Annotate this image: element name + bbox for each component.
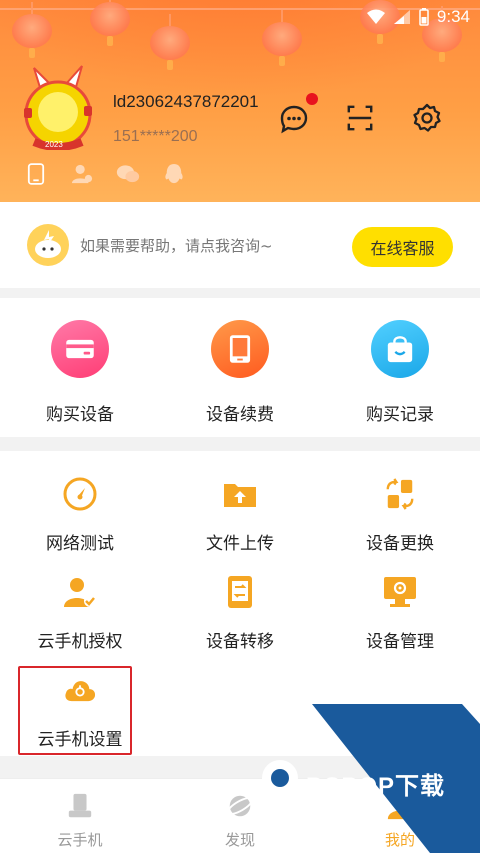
cloud-phone-authorize-item[interactable]: 云手机授权: [20, 575, 140, 652]
purchase-label: 设备续费: [206, 405, 274, 425]
battery-icon: [419, 8, 429, 26]
settings-button[interactable]: [409, 100, 445, 136]
messages-button[interactable]: [276, 93, 318, 137]
user-authorize-icon: [63, 575, 97, 609]
device-management-item[interactable]: 设备管理: [340, 575, 460, 652]
status-bar: 9:34: [366, 6, 470, 28]
nav-label: 发现: [224, 831, 255, 849]
renew-device-item[interactable]: 设备续费: [180, 320, 300, 425]
planet-icon: [225, 791, 255, 821]
pcpop-logo-icon: [262, 760, 298, 806]
chat-bubble-icon: [280, 105, 308, 134]
tool-label: 设备更换: [366, 534, 434, 554]
purchase-label: 购买设备: [46, 405, 114, 425]
lantern-decoration: [262, 10, 302, 66]
bag-icon: [371, 320, 429, 378]
speedometer-icon: [63, 477, 97, 511]
assistant-avatar: [27, 224, 69, 266]
lantern-decoration: [150, 14, 190, 70]
highlight-box: [18, 666, 132, 755]
signal-icon: [393, 10, 410, 24]
phone-number: 151*****200: [113, 128, 198, 145]
username: ld23062437872201: [113, 92, 259, 111]
purchase-section: 购买设备 设备续费 购买记录: [0, 298, 480, 437]
tablet-icon: [211, 320, 269, 378]
device-change-item[interactable]: 设备更换: [340, 477, 460, 554]
lantern-decoration: [90, 0, 130, 46]
phone-stand-icon: [65, 791, 95, 821]
tool-label: 设备管理: [366, 632, 434, 652]
nav-label: 云手机: [57, 831, 103, 849]
file-upload-item[interactable]: 文件上传: [180, 477, 300, 554]
tool-label: 网络测试: [46, 534, 114, 554]
purchase-label: 购买记录: [366, 405, 434, 425]
tool-label: 云手机授权: [37, 632, 123, 652]
monitor-settings-icon: [383, 575, 417, 609]
status-time: 9:34: [436, 7, 470, 26]
purchase-history-item[interactable]: 购买记录: [340, 320, 460, 425]
tool-label: 文件上传: [206, 534, 274, 554]
online-service-button[interactable]: 在线客服: [352, 227, 453, 267]
realname-bind-icon[interactable]: [70, 162, 94, 186]
qq-bind-icon[interactable]: [162, 162, 186, 186]
chat-mascot-icon: [35, 230, 61, 258]
watermark-sub: PCPOP Download: [306, 792, 372, 801]
folder-upload-icon: [223, 477, 257, 511]
card-icon: [51, 320, 109, 378]
phone-bind-icon[interactable]: [24, 162, 48, 186]
gear-icon: [413, 103, 441, 132]
scan-button[interactable]: [342, 100, 378, 136]
network-test-item[interactable]: 网络测试: [20, 477, 140, 554]
profile-header: 9:34 2023 ld23062437872201 151*****200: [0, 0, 480, 202]
lantern-decoration: [12, 2, 52, 58]
help-card[interactable]: 如果需要帮助，请点我咨询~ 在线客服: [0, 202, 480, 288]
avatar[interactable]: 2023: [20, 60, 96, 151]
device-transfer-icon: [223, 575, 257, 609]
svg-text:2023: 2023: [45, 140, 63, 149]
purchase-device-item[interactable]: 购买设备: [20, 320, 140, 425]
wifi-icon: [366, 9, 385, 24]
nav-cloud-phone[interactable]: 云手机: [20, 791, 140, 850]
notification-dot: [306, 93, 318, 105]
swap-icon: [383, 477, 417, 511]
device-transfer-item[interactable]: 设备转移: [180, 575, 300, 652]
account-binding-row: [24, 162, 186, 186]
scan-icon: [347, 105, 373, 131]
tool-label: 设备转移: [206, 632, 274, 652]
wechat-bind-icon[interactable]: [116, 162, 140, 186]
nav-label: 我的: [384, 831, 415, 849]
help-prompt: 如果需要帮助，请点我咨询~: [80, 237, 273, 255]
